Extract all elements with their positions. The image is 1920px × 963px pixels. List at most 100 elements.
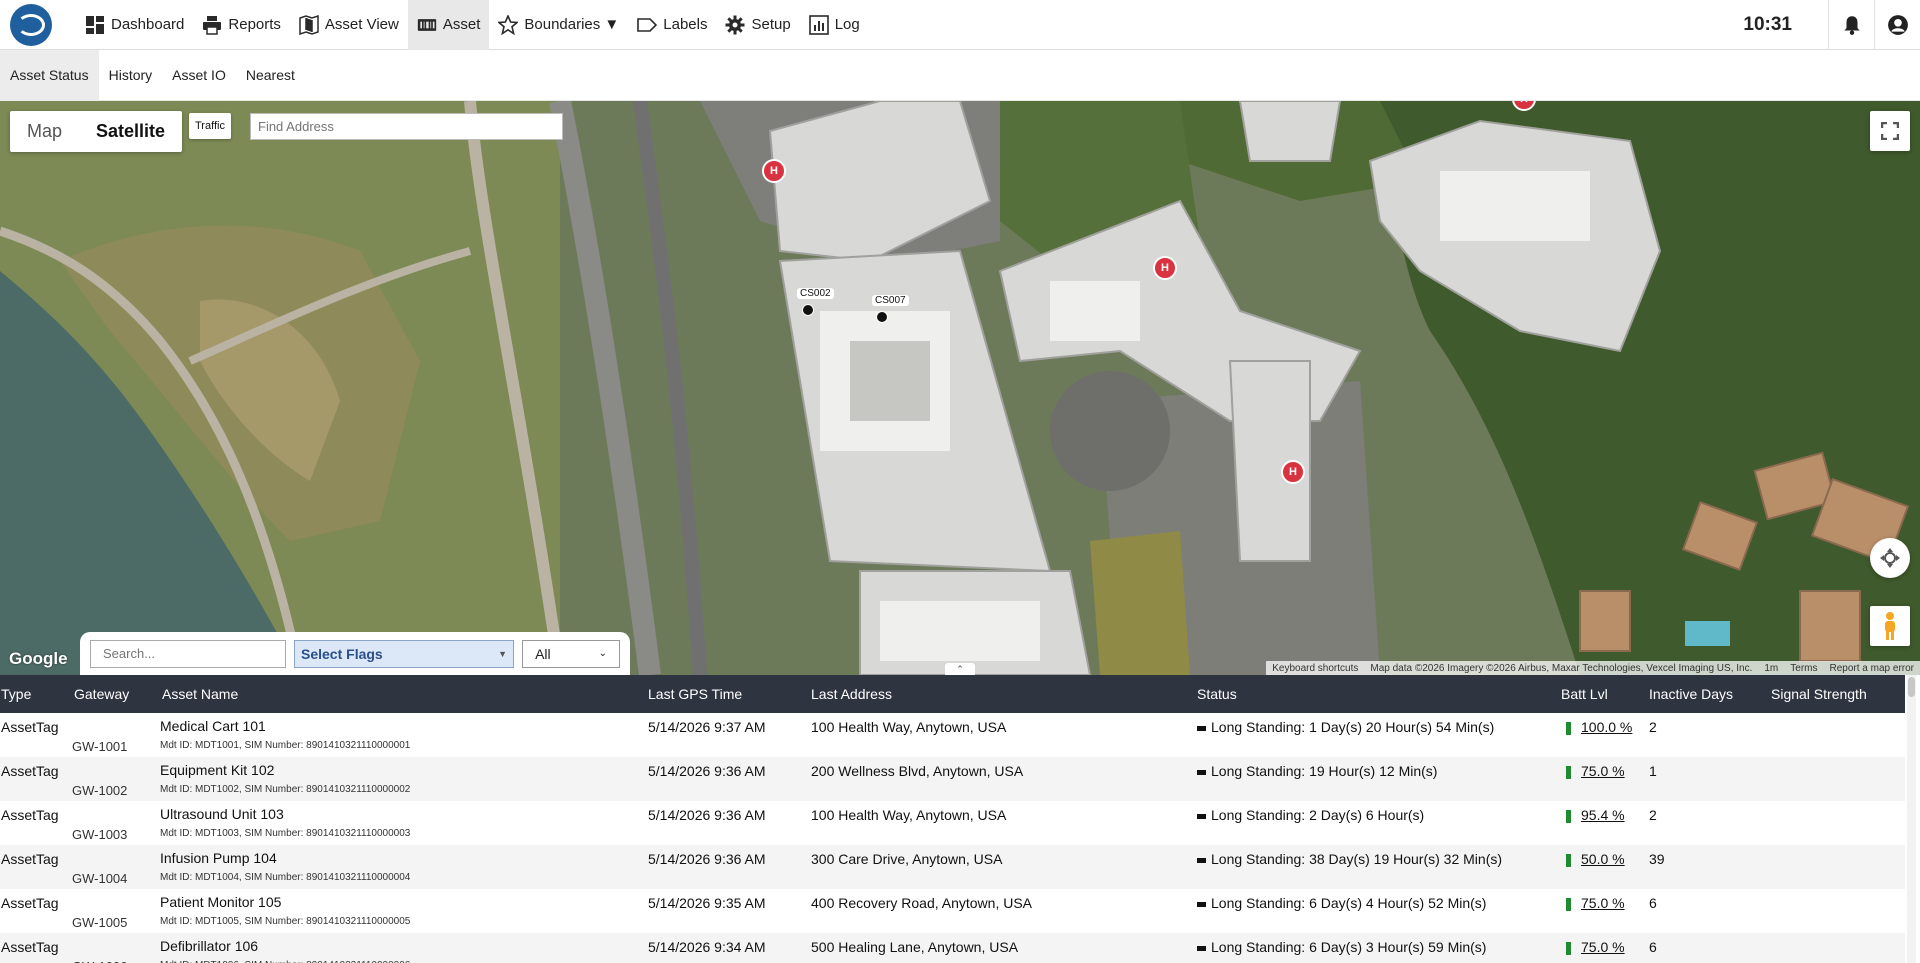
cell-type: AssetTag <box>1 763 59 779</box>
table-row[interactable]: AssetTag GW-1002 Equipment Kit 102 Mdt ID: … <box>0 757 1905 801</box>
all-dropdown[interactable]: All ⌄ <box>522 639 620 668</box>
clock: 10:31 <box>1743 13 1792 35</box>
cell-gateway: GW-1005 <box>72 915 128 930</box>
find-address-input[interactable] <box>250 113 563 140</box>
nav-dashboard[interactable]: Dashboard <box>76 0 193 50</box>
cell-batt-lvl: 50.0 % <box>1566 851 1625 867</box>
battery-level-link[interactable]: 100.0 % <box>1581 719 1632 735</box>
asset-marker-label: CS007 <box>872 295 909 306</box>
map-type-satellite-button[interactable]: Satellite <box>79 111 182 152</box>
filter-bar: Select Flags ▼ All ⌄ <box>80 632 630 675</box>
nav-reports-label: Reports <box>228 16 281 33</box>
cell-last-gps-time: 5/14/2026 9:36 AM <box>648 763 766 779</box>
camera-control-button[interactable] <box>1870 538 1910 578</box>
table-row[interactable]: AssetTag GW-1004 Infusion Pump 104 Mdt ID: … <box>0 845 1905 889</box>
fullscreen-button[interactable] <box>1870 111 1910 151</box>
table-header: Type Gateway Asset Name Last GPS Time La… <box>0 675 1905 713</box>
battery-level-link[interactable]: 75.0 % <box>1581 939 1625 955</box>
tab-asset-io[interactable]: Asset IO <box>162 50 236 101</box>
user-account-button[interactable] <box>1874 0 1920 50</box>
status-text: Long Standing: 19 Hour(s) 12 Min(s) <box>1211 763 1438 779</box>
map-data-text: Map data ©2026 Imagery ©2026 Airbus, Max… <box>1370 662 1753 674</box>
hospital-pin-icon[interactable]: H <box>1153 256 1177 280</box>
traffic-button[interactable]: Traffic <box>189 113 231 139</box>
nav-reports[interactable]: Reports <box>193 0 290 50</box>
column-header-status[interactable]: Status <box>1197 675 1237 713</box>
star-icon <box>498 14 519 35</box>
report-map-error-link[interactable]: Report a map error <box>1830 663 1914 674</box>
nav-asset-view[interactable]: Asset View <box>290 0 408 50</box>
nav-log[interactable]: Log <box>800 0 869 50</box>
cell-batt-lvl: 75.0 % <box>1566 939 1625 955</box>
cell-gateway: GW-1004 <box>72 871 128 886</box>
status-text: Long Standing: 2 Day(s) 6 Hour(s) <box>1211 807 1425 823</box>
asset-marker-label: CS002 <box>797 288 834 299</box>
cell-batt-lvl: 75.0 % <box>1566 763 1625 779</box>
fullscreen-icon <box>1881 122 1899 140</box>
battery-level-icon <box>1566 721 1571 735</box>
cell-status: Long Standing: 38 Day(s) 19 Hour(s) 32 M… <box>1197 851 1502 867</box>
battery-level-link[interactable]: 75.0 % <box>1581 763 1625 779</box>
cell-asset-details: Mdt ID: MDT1003, SIM Number: 89014103211… <box>160 828 411 839</box>
cell-asset-details: Mdt ID: MDT1004, SIM Number: 89014103211… <box>160 872 411 883</box>
cell-asset-name: Defibrillator 106 <box>160 938 259 954</box>
notifications-button[interactable] <box>1828 0 1874 50</box>
battery-level-link[interactable]: 50.0 % <box>1581 851 1625 867</box>
keyboard-shortcuts-link[interactable]: Keyboard shortcuts <box>1272 663 1358 674</box>
tab-nearest[interactable]: Nearest <box>236 50 305 101</box>
nav-boundaries[interactable]: Boundaries ▼ <box>489 0 628 50</box>
tab-asset-status[interactable]: Asset Status <box>0 49 99 101</box>
cell-gateway: GW-1001 <box>72 739 128 754</box>
cell-last-gps-time: 5/14/2026 9:36 AM <box>648 851 766 867</box>
cell-batt-lvl: 75.0 % <box>1566 895 1625 911</box>
asset-marker[interactable] <box>876 311 888 323</box>
column-header-gateway[interactable]: Gateway <box>74 675 129 713</box>
select-flags-dropdown[interactable]: Select Flags ▼ <box>294 639 515 668</box>
cell-asset-name: Equipment Kit 102 <box>160 762 275 778</box>
cell-last-gps-time: 5/14/2026 9:36 AM <box>648 807 766 823</box>
cell-last-gps-time: 5/14/2026 9:34 AM <box>648 939 766 955</box>
log-icon <box>808 14 829 35</box>
nav-labels[interactable]: Labels <box>628 0 716 50</box>
asset-marker[interactable] <box>802 304 814 316</box>
street-view-button[interactable] <box>1870 606 1910 646</box>
column-header-last-address[interactable]: Last Address <box>811 675 892 713</box>
cell-status: Long Standing: 19 Hour(s) 12 Min(s) <box>1197 763 1437 779</box>
hospital-pin-icon[interactable]: H <box>762 159 786 183</box>
column-header-asset-name[interactable]: Asset Name <box>162 675 238 713</box>
battery-level-icon <box>1566 897 1571 911</box>
tab-history[interactable]: History <box>99 50 163 101</box>
cell-inactive-days: 2 <box>1649 719 1657 735</box>
table-scrollbar[interactable] <box>1907 675 1916 963</box>
table-row[interactable]: AssetTag GW-1003 Ultrasound Unit 103 Mdt ID… <box>0 801 1905 845</box>
search-input[interactable] <box>90 639 286 668</box>
battery-level-link[interactable]: 95.4 % <box>1581 807 1625 823</box>
map-type-map-button[interactable]: Map <box>10 111 79 152</box>
app-logo[interactable] <box>10 3 52 46</box>
column-header-last-gps-time[interactable]: Last GPS Time <box>648 675 742 713</box>
nav-log-label: Log <box>834 16 860 33</box>
all-dropdown-label: All <box>535 645 551 662</box>
dashboard-icon <box>86 15 104 34</box>
column-header-type[interactable]: Type <box>1 675 31 713</box>
nav-setup[interactable]: Setup <box>716 0 799 50</box>
collapse-map-button[interactable]: ⌃ <box>945 663 975 675</box>
column-header-batt-lvl[interactable]: Batt Lvl <box>1561 675 1608 713</box>
map-attribution: Keyboard shortcuts Map data ©2026 Imager… <box>1266 661 1920 675</box>
table-row[interactable]: AssetTagGW-1006Defibrillator 106Mdt ID: … <box>0 933 1905 963</box>
cell-status: Long Standing: 2 Day(s) 6 Hour(s) <box>1197 807 1424 823</box>
hospital-pin-icon[interactable]: H <box>1281 460 1305 484</box>
cell-type: AssetTag <box>1 807 59 823</box>
status-indicator-icon <box>1197 901 1206 907</box>
cell-last-address: 400 Recovery Road, Anytown, USA <box>811 895 1033 911</box>
battery-level-link[interactable]: 75.0 % <box>1581 895 1625 911</box>
satellite-map[interactable]: CS002 CS007 H H H H Map Satellite Traffi… <box>0 101 1920 675</box>
cell-asset-details: Mdt ID: MDT1001, SIM Number: 89014103211… <box>160 740 411 751</box>
table-row[interactable]: AssetTag GW-1005 Patient Monitor 105 Mdt ID… <box>0 889 1905 933</box>
battery-level-icon <box>1566 765 1571 779</box>
nav-asset[interactable]: Asset <box>407 0 490 50</box>
column-header-inactive-days[interactable]: Inactive Days <box>1649 675 1733 713</box>
table-row[interactable]: AssetTag GW-1001 Medical Cart 101 Mdt ID: M… <box>0 713 1905 757</box>
column-header-signal-strength[interactable]: Signal Strength <box>1771 675 1867 713</box>
terms-link[interactable]: Terms <box>1790 663 1817 674</box>
